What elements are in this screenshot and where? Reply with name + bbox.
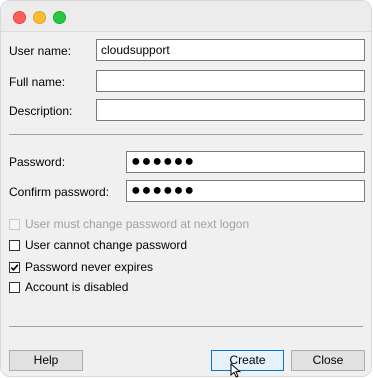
new-user-dialog: User name: Full name: Description: Passw… — [0, 0, 372, 377]
description-label: Description: — [9, 104, 73, 118]
full-name-label: Full name: — [9, 75, 66, 89]
dialog-content: User name: Full name: Description: Passw… — [1, 32, 371, 376]
password-label: Password: — [9, 155, 66, 169]
password-never-expires-checkbox[interactable] — [9, 261, 20, 273]
user-name-label: User name: — [9, 44, 72, 58]
mouse-pointer-icon — [230, 363, 242, 378]
separator-top — [9, 134, 363, 135]
close-window-button[interactable] — [13, 11, 26, 24]
password-field[interactable] — [126, 151, 365, 173]
option-must-change-password[interactable]: User must change password at next logon — [9, 217, 249, 231]
description-field[interactable] — [96, 99, 365, 121]
full-name-field[interactable] — [96, 70, 365, 92]
password-never-expires-label: Password never expires — [25, 260, 154, 274]
separator-bottom — [9, 326, 363, 327]
confirm-password-field[interactable] — [126, 180, 365, 202]
user-name-field[interactable] — [96, 39, 365, 61]
must-change-password-label: User must change password at next logon — [25, 217, 250, 231]
option-password-never-expires[interactable]: Password never expires — [9, 260, 153, 274]
account-disabled-label: Account is disabled — [25, 280, 129, 294]
option-cannot-change-password[interactable]: User cannot change password — [9, 238, 187, 252]
checkmark-icon — [10, 263, 19, 271]
cannot-change-password-checkbox[interactable] — [9, 239, 20, 251]
title-bar — [1, 1, 371, 32]
minimize-window-button[interactable] — [33, 11, 46, 24]
confirm-password-label: Confirm password: — [9, 185, 110, 199]
create-button[interactable]: Create — [211, 350, 284, 371]
option-account-disabled[interactable]: Account is disabled — [9, 280, 128, 294]
cannot-change-password-label: User cannot change password — [25, 238, 188, 252]
account-disabled-checkbox[interactable] — [9, 281, 20, 293]
zoom-window-button[interactable] — [53, 11, 66, 24]
must-change-password-checkbox[interactable] — [9, 218, 20, 230]
close-button[interactable]: Close — [291, 350, 365, 371]
help-button[interactable]: Help — [9, 350, 83, 371]
